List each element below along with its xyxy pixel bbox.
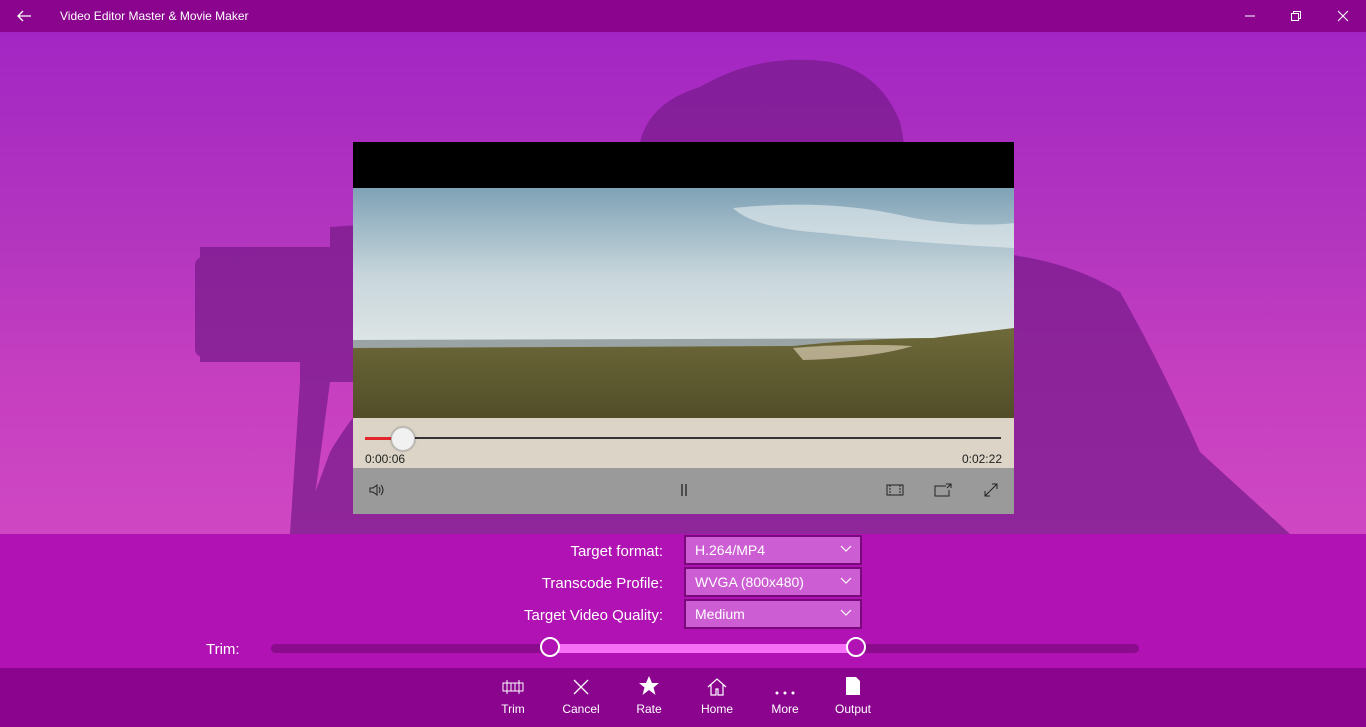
cancel-button[interactable]: Cancel <box>549 668 613 727</box>
transcode-profile-dropdown[interactable]: WVGA (800x480) <box>684 567 862 597</box>
cancel-button-label: Cancel <box>562 702 600 716</box>
star-icon <box>638 668 660 698</box>
pause-icon[interactable] <box>669 475 699 505</box>
cast-icon[interactable] <box>928 475 958 505</box>
trim-selected-range <box>550 644 857 653</box>
target-quality-value: Medium <box>695 606 745 622</box>
home-button[interactable]: Home <box>685 668 749 727</box>
trim-button[interactable]: Trim <box>481 668 545 727</box>
transcode-profile-label: Transcode Profile: <box>541 575 663 592</box>
chevron-down-icon <box>840 545 852 552</box>
minimize-icon[interactable] <box>1227 0 1273 32</box>
seek-track[interactable] <box>365 437 1001 439</box>
seek-area <box>353 418 1014 468</box>
rate-button[interactable]: Rate <box>617 668 681 727</box>
output-button-label: Output <box>834 702 872 716</box>
trim-start-handle[interactable] <box>540 637 561 657</box>
more-button[interactable]: More <box>753 668 817 727</box>
more-icon <box>774 668 796 698</box>
trim-button-label: Trim <box>501 702 525 716</box>
trim-end-handle[interactable] <box>846 637 867 657</box>
transcode-profile-value: WVGA (800x480) <box>695 574 804 590</box>
current-time: 0:00:06 <box>365 452 406 466</box>
fullscreen-icon[interactable] <box>976 475 1006 505</box>
trim-label: Trim: <box>206 641 240 658</box>
target-format-value: H.264/MP4 <box>695 542 766 558</box>
video-player[interactable]: 0:00:06 0:02:22 <box>353 142 1014 514</box>
home-icon <box>707 668 727 698</box>
aspect-ratio-icon[interactable] <box>880 475 910 505</box>
home-button-label: Home <box>700 702 733 716</box>
cancel-icon <box>572 668 590 698</box>
settings-panel: Target format: H.264/MP4 Transcode Profi… <box>0 534 1366 668</box>
chevron-down-icon <box>840 577 852 584</box>
seek-thumb[interactable] <box>391 427 416 451</box>
output-button[interactable]: Output <box>821 668 885 727</box>
restore-icon[interactable] <box>1273 0 1319 32</box>
command-bar: Trim Cancel Rate Home More Output <box>0 668 1366 727</box>
total-time: 0:02:22 <box>961 452 1002 466</box>
target-format-dropdown[interactable]: H.264/MP4 <box>684 535 862 565</box>
target-quality-label: Target Video Quality: <box>524 607 663 624</box>
volume-icon[interactable] <box>362 475 392 505</box>
app-title: Video Editor Master & Movie Maker <box>60 9 249 23</box>
more-button-label: More <box>771 702 799 716</box>
target-quality-dropdown[interactable]: Medium <box>684 599 862 629</box>
close-icon[interactable] <box>1320 0 1366 32</box>
chevron-down-icon <box>840 609 852 616</box>
trim-icon <box>502 668 524 698</box>
back-arrow-icon[interactable] <box>8 0 40 32</box>
target-format-label: Target format: <box>570 543 663 560</box>
rate-button-label: Rate <box>636 702 662 716</box>
output-icon <box>845 668 861 698</box>
title-bar: Video Editor Master & Movie Maker <box>0 0 1366 32</box>
